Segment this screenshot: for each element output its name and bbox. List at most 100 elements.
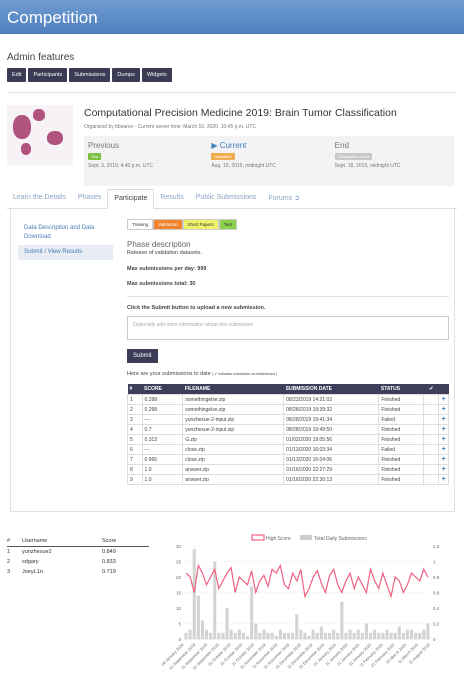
leaderboard-check[interactable] (423, 454, 440, 465)
y-right-tick: 0.2 (433, 622, 440, 627)
phase-pill-short-papers[interactable]: Short Papers (182, 219, 219, 230)
y-left-tick: 30 (176, 544, 182, 549)
phase-pill-validation[interactable]: Validation (153, 219, 183, 230)
submission-bar (299, 629, 303, 639)
leaderboard-check[interactable] (423, 474, 440, 485)
tab-participate[interactable]: Participate (107, 189, 155, 209)
leaderboard-check[interactable] (423, 464, 440, 475)
tab-results[interactable]: Results (154, 189, 189, 208)
table-cell: Finished (378, 434, 425, 445)
legend-high-score: High Score (266, 536, 291, 542)
submission-bar (356, 629, 360, 639)
table-cell: 5 (127, 434, 143, 445)
submission-bar (377, 632, 381, 639)
table-cell: Failed (378, 444, 425, 455)
organizer-text: Organized by bbearce - Current server ti… (84, 124, 257, 130)
leaderboard-header: # Username Score (7, 536, 149, 547)
table-cell: 1 (127, 394, 143, 405)
submission-bar (205, 629, 209, 639)
table-row[interactable]: 6 --- close.zip 01/13/2020 16:03:34 Failed + (127, 444, 449, 455)
submission-bar (389, 632, 393, 639)
widgets-button[interactable]: Widgets (141, 68, 172, 82)
submission-bar (250, 586, 254, 639)
phase-pill-test[interactable]: Test (218, 219, 238, 230)
table-row[interactable]: 2 0.298 somethingelse.zip 08/28/2019 19:39:… (127, 404, 449, 415)
participants-button[interactable]: Participants (28, 68, 68, 82)
legend-submissions: Total Daily Submissions (314, 536, 367, 542)
table-cell: 0.965 (141, 454, 184, 465)
leaderboard-check[interactable] (423, 394, 440, 405)
table-row[interactable]: 8 1.0 answer.zip 01/16/2020 22:27:29 Finishe… (127, 464, 449, 475)
dumps-button[interactable]: Dumps (112, 68, 140, 82)
submission-bar (192, 549, 196, 639)
submission-bar (217, 632, 221, 639)
phase-pill-training[interactable]: Training (127, 219, 154, 230)
expand-plus-icon[interactable]: + (438, 454, 449, 465)
y-right-tick: 0.4 (433, 606, 440, 611)
tab-forums[interactable]: Forums ➲ (262, 189, 306, 208)
leaderboard-check[interactable] (423, 404, 440, 415)
col-expand (438, 384, 449, 395)
submission-bar (405, 629, 409, 639)
table-cell: 2 (127, 404, 143, 415)
table-cell: yunzhexue-2-input.zip (182, 424, 285, 435)
leaderboard-check[interactable] (423, 434, 440, 445)
leaderboard-check[interactable] (423, 424, 440, 435)
table-row[interactable]: 4 0.7 yunzhexue-2-input.zip 08/28/2019 19:4… (127, 424, 449, 435)
expand-plus-icon[interactable]: + (438, 474, 449, 485)
expand-plus-icon[interactable]: + (438, 444, 449, 455)
tab-learn-details[interactable]: Learn the Details (7, 189, 72, 208)
table-cell: 08/28/2019 19:41:34 (283, 414, 380, 425)
submission-bar (241, 632, 245, 639)
phase-description-heading: Phase description (127, 240, 191, 249)
table-cell: 1.0 (141, 464, 184, 475)
expand-plus-icon[interactable]: + (438, 434, 449, 445)
submission-bar (278, 629, 282, 639)
table-row[interactable]: 9 1.0 answer.zip 01/16/2020 22:30:13 Finishe… (127, 474, 449, 485)
tab-phases[interactable]: Phases (72, 189, 107, 208)
submit-button[interactable]: Submit (127, 349, 158, 363)
submission-bar (336, 632, 340, 639)
submission-bar (233, 632, 237, 639)
submission-bar (397, 626, 401, 639)
phase-current: ▶ Current Validation Aug. 19, 2019, midn… (211, 141, 276, 169)
submission-bar (418, 632, 422, 639)
submission-bar (323, 632, 327, 639)
table-row[interactable]: 3 --- yunzhexue-2-input.zip 08/28/2019 19:4… (127, 414, 449, 425)
expand-plus-icon[interactable]: + (438, 404, 449, 415)
submission-bar (401, 632, 405, 639)
submission-bar (352, 632, 356, 639)
table-cell: answer.zip (182, 474, 285, 485)
expand-plus-icon[interactable]: + (438, 424, 449, 435)
max-total: Max submissions total: 30 (127, 281, 196, 287)
leaderboard-check[interactable] (423, 444, 440, 455)
expand-plus-icon[interactable]: + (438, 464, 449, 475)
submission-description-input[interactable]: Optionally add more information about th… (127, 316, 449, 340)
sidebar-item-submit-results[interactable]: Submit / View Results (18, 245, 113, 260)
leaderboard-check[interactable] (423, 414, 440, 425)
expand-plus-icon[interactable]: + (438, 414, 449, 425)
y-right-tick: 0 (433, 637, 436, 642)
expand-plus-icon[interactable]: + (438, 394, 449, 405)
submit-main: Training Validation Short Papers Test Ph… (127, 219, 449, 485)
submission-bar (307, 635, 311, 639)
leaderboard-row: 2 sdgary 0.833 (7, 559, 116, 565)
sidebar-item-data-download[interactable]: Data Description and Data Download (18, 221, 113, 245)
tab-public-submissions[interactable]: Public Submissions (190, 189, 263, 208)
submission-bar (360, 632, 364, 639)
submission-bar (373, 629, 377, 639)
table-cell: close.zip (182, 444, 285, 455)
submissions-button[interactable]: Submissions (69, 68, 111, 82)
col-index: # (127, 384, 143, 395)
participate-panel: Data Description and Data Download Submi… (10, 209, 455, 512)
table-row[interactable]: 1 0.298 somethingelse.zip 08/23/2019 14:21:… (127, 394, 449, 405)
submission-bar (319, 626, 323, 639)
table-row[interactable]: 7 0.965 close.zip 01/13/2020 16:04:06 Finish… (127, 454, 449, 465)
y-right-tick: 1.2 (433, 544, 440, 549)
submission-bar (221, 632, 225, 639)
table-cell: 3 (127, 414, 143, 425)
leaderboard: # Username Score 1 yunzhexue2 0.849 2 sdgary 0.… (7, 536, 149, 577)
table-row[interactable]: 5 0.313 G.zip 01/02/2020 19:05:56 Finished + (127, 434, 449, 445)
edit-button[interactable]: Edit (7, 68, 27, 82)
table-cell: Finished (378, 464, 425, 475)
